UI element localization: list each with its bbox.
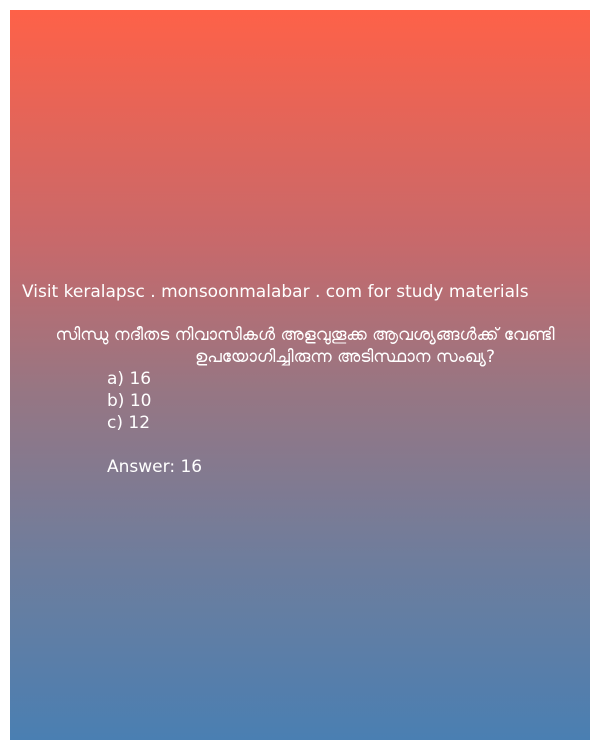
option-b: b) 10 [107, 391, 152, 411]
option-a: a) 16 [107, 369, 152, 389]
options-list: a) 16 b) 10 c) 12 Answer: 16 [22, 368, 588, 478]
question-text: സിന്ധു നദീതട നിവാസികൾ അളവുതൂക്ക ആവശ്യങ്ങ… [55, 325, 555, 367]
option-c: c) 12 [107, 413, 151, 433]
quiz-card: Visit keralapsc . monsoonmalabar . com f… [10, 10, 590, 740]
answer-text: Answer: 16 [107, 457, 203, 477]
visit-text: Visit keralapsc . monsoonmalabar . com f… [22, 282, 529, 302]
question-block: സിന്ധു നദീതട നിവാസികൾ അളവുതൂക്ക ആവശ്യങ്ങ… [22, 324, 588, 478]
